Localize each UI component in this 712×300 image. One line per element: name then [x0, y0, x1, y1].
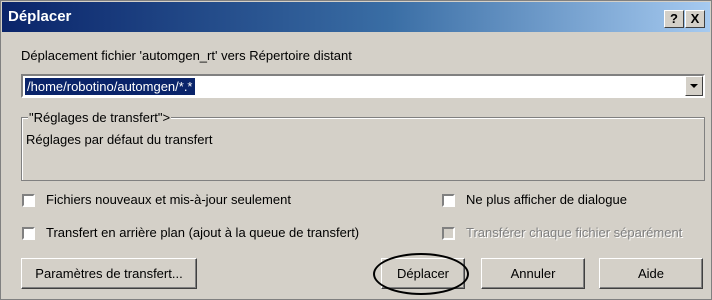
separate-transfer-label: Transférer chaque fichier séparément [466, 225, 683, 240]
close-button[interactable]: X [685, 10, 705, 28]
destination-path-value[interactable]: /home/robotino/automgen/*.* [25, 78, 195, 95]
chevron-down-icon [690, 84, 698, 88]
transfer-settings-group: "Réglages de transfert"> Réglages par dé… [21, 110, 705, 181]
dialog-title: Déplacer [8, 8, 72, 25]
description-label: Déplacement fichier 'automgen_rt' vers R… [21, 48, 352, 63]
move-button[interactable]: Déplacer [381, 258, 465, 289]
new-updated-only-checkbox[interactable] [22, 194, 35, 207]
background-transfer-checkbox[interactable] [22, 227, 35, 240]
group-text: Réglages par défaut du transfert [26, 132, 213, 147]
new-updated-only-label[interactable]: Fichiers nouveaux et mis-à-jour seulemen… [46, 192, 291, 207]
background-transfer-label[interactable]: Transfert en arrière plan (ajout à la qu… [46, 225, 359, 240]
separate-transfer-checkbox [442, 227, 455, 240]
destination-path-combo[interactable]: /home/robotino/automgen/*.* [21, 74, 705, 98]
help-button[interactable]: Aide [599, 258, 703, 289]
dropdown-button[interactable] [685, 76, 703, 96]
transfer-params-button[interactable]: Paramètres de transfert... [21, 258, 197, 289]
help-title-button[interactable]: ? [664, 10, 684, 28]
group-legend: "Réglages de transfert"> [28, 110, 172, 125]
title-bar[interactable]: Déplacer ? X [2, 2, 710, 32]
no-dialog-label[interactable]: Ne plus afficher de dialogue [466, 192, 627, 207]
no-dialog-checkbox[interactable] [442, 194, 455, 207]
cancel-button[interactable]: Annuler [481, 258, 585, 289]
move-dialog: Déplacer ? X Déplacement fichier 'automg… [0, 0, 712, 300]
